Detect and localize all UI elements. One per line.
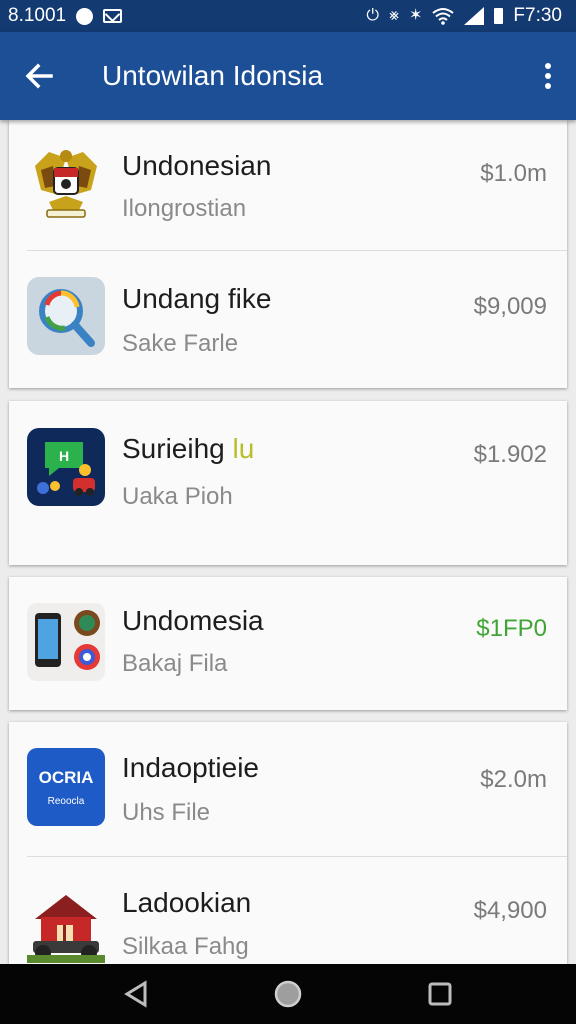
item-price: $9,009 (473, 293, 547, 320)
nav-back-button[interactable] (106, 964, 166, 1024)
item-subtitle: Uaka Pioh (122, 483, 233, 510)
nav-recents-button[interactable] (410, 964, 470, 1024)
list-item[interactable]: Ladookian Silkaa Fahg $4,900 (9, 857, 567, 964)
mail-icon (103, 9, 123, 23)
item-subtitle: Uhs File (122, 799, 211, 826)
app-bar: Untowilan Idonsia (0, 32, 576, 120)
list-item[interactable]: Undonesian Ilongrostian $1.0m (9, 120, 567, 250)
back-button[interactable] (0, 32, 78, 120)
list-item[interactable]: H Surieihg lu Uaka Pioh $1.902 (9, 401, 567, 565)
garuda-emblem-icon (35, 150, 97, 218)
home-circle-icon (274, 980, 302, 1008)
item-title: Surieihg lu (122, 433, 254, 465)
item-subtitle: Silkaa Fahg (122, 933, 249, 960)
page-title: Untowilan Idonsia (102, 60, 324, 91)
list-card: H Surieihg lu Uaka Pioh $1.902 (9, 401, 567, 565)
item-price: $2.0m (480, 766, 547, 793)
svg-text:H: H (59, 448, 69, 464)
status-bar: 8.1001 ⏻ ⨳ ✶ F7:30 (0, 0, 576, 32)
item-price: $4,900 (473, 897, 547, 924)
signal-icon (464, 7, 485, 25)
ocria-app-icon: OCRIA Reoocla (27, 748, 105, 826)
nav-home-button[interactable] (258, 964, 318, 1024)
item-title: Indaoptieie (122, 752, 260, 783)
list-item[interactable]: Undomesia Bakaj Fila $1FP0 (9, 577, 567, 710)
item-subtitle: Bakaj Fila (122, 650, 228, 677)
item-price: $1.0m (480, 160, 547, 187)
list-card: Undomesia Bakaj Fila $1FP0 (9, 577, 567, 710)
item-title: Undonesian (122, 150, 272, 181)
item-subtitle: Sake Farle (122, 330, 239, 357)
alarm-icon: ⏻ (366, 7, 380, 24)
item-title: Undomesia (122, 605, 264, 636)
battery-icon (494, 8, 504, 24)
status-left-text: 8.1001 (8, 5, 67, 26)
item-price: $1.902 (473, 441, 547, 468)
game-app-icon: H (27, 428, 105, 506)
list-card: Undonesian Ilongrostian $1.0m Undang fik… (9, 120, 567, 388)
list-item[interactable]: OCRIA Reoocla Indaoptieie Uhs File $2.0m (9, 722, 567, 856)
item-title: Ladookian (122, 887, 252, 918)
magnifier-icon (27, 277, 105, 355)
item-price: $1FP0 (476, 615, 547, 642)
status-time: F7:30 (513, 5, 562, 26)
ocria-app-sublabel: Reoocla (47, 795, 85, 807)
list-item[interactable]: Undang fike Sake Farle $9,009 (9, 251, 567, 388)
item-subtitle: Ilongrostian (122, 195, 247, 222)
item-title-main: Surieihg (122, 433, 233, 464)
wifi-icon (432, 8, 455, 25)
notification-icon (76, 7, 94, 25)
list-card: OCRIA Reoocla Indaoptieie Uhs File $2.0m… (9, 722, 567, 964)
house-tractor-icon (27, 895, 105, 963)
item-list: Undonesian Ilongrostian $1.0m Undang fik… (0, 120, 576, 964)
item-title-accent: lu (232, 433, 255, 464)
arrow-left-icon (25, 63, 53, 89)
back-triangle-icon (124, 980, 147, 1008)
more-vert-icon[interactable] (520, 32, 576, 120)
phone-apps-icon (27, 603, 105, 681)
bluetooth-icon: ⨳ (389, 7, 399, 24)
recents-square-icon (428, 982, 452, 1006)
navigation-bar (0, 964, 576, 1024)
ocria-app-label: OCRIA (38, 767, 94, 787)
item-title: Undang fike (122, 283, 272, 314)
vibrate-icon: ✶ (409, 7, 423, 24)
